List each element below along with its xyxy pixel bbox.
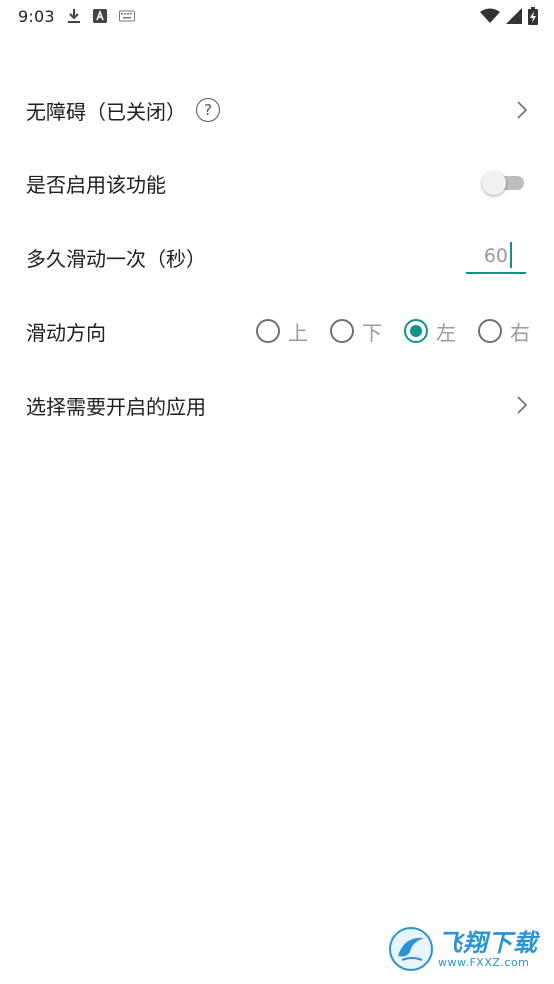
direction-radio-group: 上 下 左 右	[256, 317, 530, 346]
enable-label: 是否启用该功能	[26, 172, 166, 197]
chevron-right-icon	[512, 393, 532, 417]
wifi-icon	[480, 8, 500, 24]
keyboard-icon	[118, 10, 135, 22]
download-icon	[67, 8, 81, 24]
radio-up-circle	[256, 319, 280, 343]
radio-right-circle	[478, 319, 502, 343]
accessibility-row[interactable]: 无障碍（已关闭） ?	[0, 80, 554, 140]
text-a-icon	[92, 9, 107, 23]
watermark-en: www.FXXZ.com	[438, 955, 530, 969]
accessibility-title: 无障碍（已关闭） ?	[26, 96, 220, 125]
status-left: 9:03	[18, 7, 135, 26]
signal-icon	[506, 8, 522, 24]
watermark-cn: 飞翔下载	[438, 928, 538, 957]
radio-left[interactable]: 左	[404, 317, 456, 346]
watermark-logo-icon	[389, 927, 433, 971]
interval-row: 多久滑动一次（秒） 60	[0, 227, 554, 287]
watermark-text: 飞翔下载 www.FXXZ.com	[438, 931, 538, 968]
text-caret	[509, 242, 512, 268]
radio-left-circle	[404, 319, 428, 343]
status-bar: 9:03	[0, 0, 554, 32]
radio-left-dot	[410, 325, 422, 337]
watermark: 飞翔下载 www.FXXZ.com	[388, 924, 544, 974]
enable-row: 是否启用该功能	[0, 153, 554, 213]
radio-down-circle	[330, 319, 354, 343]
choose-apps-row[interactable]: 选择需要开启的应用	[0, 375, 554, 435]
radio-down-label: 下	[362, 320, 382, 345]
interval-label: 多久滑动一次（秒）	[26, 246, 206, 271]
toggle-thumb	[482, 171, 506, 195]
interval-value: 60	[483, 245, 508, 267]
help-icon[interactable]: ?	[196, 98, 220, 122]
interval-input[interactable]: 60	[466, 240, 526, 274]
radio-right[interactable]: 右	[478, 317, 530, 346]
choose-apps-label: 选择需要开启的应用	[26, 394, 206, 419]
accessibility-label: 无障碍（已关闭）	[26, 99, 186, 124]
radio-left-label: 左	[436, 320, 456, 345]
direction-row: 滑动方向 上 下 左 右	[0, 301, 554, 361]
radio-up[interactable]: 上	[256, 317, 308, 346]
status-time: 9:03	[18, 6, 55, 26]
radio-up-label: 上	[288, 320, 308, 345]
chevron-right-icon	[512, 98, 532, 122]
radio-down[interactable]: 下	[330, 317, 382, 346]
enable-toggle[interactable]	[482, 170, 524, 196]
radio-right-label: 右	[510, 320, 530, 345]
battery-charging-icon	[528, 7, 538, 25]
status-right	[480, 7, 538, 25]
direction-label: 滑动方向	[26, 320, 106, 345]
help-icon-glyph: ?	[204, 100, 212, 119]
screen: 9:03 无障碍（已关闭） ? 是否启用该功能 多久滑动一次（秒） 60 滑动方…	[0, 0, 554, 984]
